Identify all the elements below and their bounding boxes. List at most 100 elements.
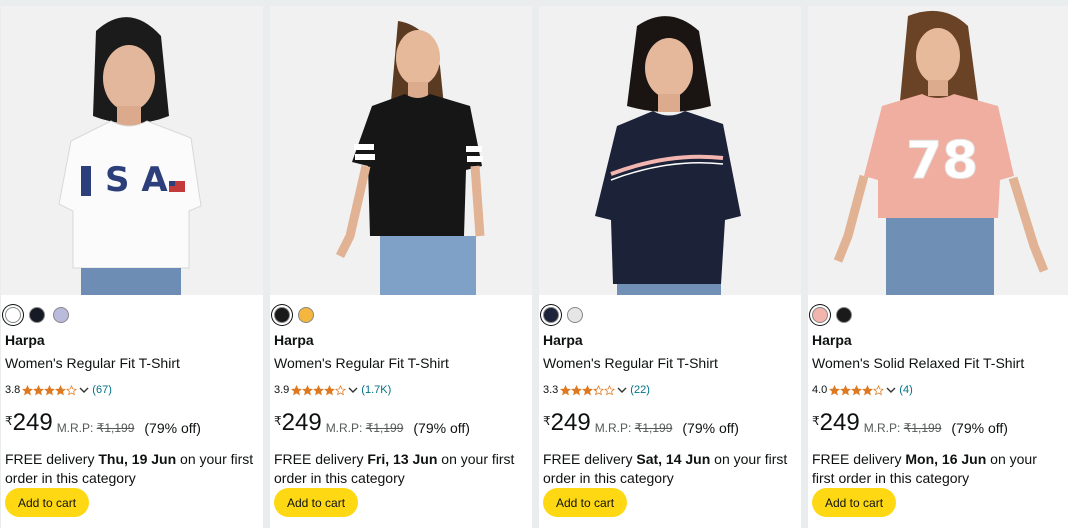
tshirt-peach-78-model-icon: 78	[808, 6, 1068, 295]
product-title[interactable]: Women's Regular Fit T-Shirt	[5, 355, 180, 371]
rating[interactable]: 3.8 (67)	[5, 382, 112, 398]
currency-symbol: ₹	[274, 414, 282, 428]
color-swatch[interactable]	[29, 307, 45, 323]
delivery-info: FREE delivery Fri, 13 Jun on your first …	[274, 450, 524, 488]
color-swatch[interactable]	[567, 307, 583, 323]
mrp: M.R.P: ₹1,199	[57, 421, 135, 435]
star-icon	[829, 384, 841, 395]
brand-name: Harpa	[543, 332, 583, 348]
color-swatch[interactable]	[543, 307, 559, 323]
review-count[interactable]: (22)	[630, 384, 650, 396]
star-icon	[862, 384, 874, 395]
rating-value: 3.3	[543, 384, 559, 396]
rating[interactable]: 4.0 (4)	[812, 382, 913, 398]
chevron-down-icon[interactable]	[617, 385, 627, 395]
product-card: Harpa Women's Regular Fit T-Shirt 3.9 (1…	[270, 6, 532, 528]
brand-name: Harpa	[812, 332, 852, 348]
rating[interactable]: 3.9 (1.7K)	[274, 382, 391, 398]
star-icon	[44, 384, 56, 395]
product-title[interactable]: Women's Solid Relaxed Fit T-Shirt	[812, 355, 1024, 371]
product-image[interactable]: 78	[808, 6, 1068, 295]
delivery-date: Mon, 16 Jun	[905, 451, 987, 467]
star-icon	[302, 384, 314, 395]
tshirt-white-usa-model-icon: S A	[1, 6, 263, 295]
star-icon	[324, 384, 336, 395]
delivery-date: Sat, 14 Jun	[636, 451, 711, 467]
mrp-value: ₹1,199	[903, 421, 942, 435]
mrp: M.R.P: ₹1,199	[326, 421, 404, 435]
product-image[interactable]	[539, 6, 801, 295]
svg-text:S A: S A	[105, 160, 168, 200]
star-icon	[604, 384, 616, 395]
star-icon	[66, 384, 78, 395]
svg-text:78: 78	[906, 131, 978, 191]
price-row: ₹ 249 M.R.P: ₹1,199 (79% off)	[5, 409, 201, 437]
delivery-prefix: FREE delivery	[543, 451, 637, 467]
rating[interactable]: 3.3 (22)	[543, 382, 650, 398]
star-icon	[22, 384, 34, 395]
delivery-date: Thu, 19 Jun	[98, 451, 177, 467]
star-icon	[33, 384, 45, 395]
review-count[interactable]: (1.7K)	[361, 384, 391, 396]
price: 249	[281, 409, 322, 436]
star-icon	[851, 384, 863, 395]
mrp-value: ₹1,199	[96, 421, 135, 435]
review-count[interactable]: (67)	[92, 384, 112, 396]
product-grid: S A Harpa Women's Regular Fit T-Shirt 3.…	[0, 0, 1068, 528]
color-swatches	[543, 304, 591, 326]
delivery-info: FREE delivery Thu, 19 Jun on your first …	[5, 450, 255, 488]
mrp-label: M.R.P:	[863, 421, 901, 435]
discount: (79% off)	[413, 420, 470, 436]
delivery-prefix: FREE delivery	[5, 451, 99, 467]
price-row: ₹ 249 M.R.P: ₹1,199 (79% off)	[274, 409, 470, 437]
delivery-prefix: FREE delivery	[812, 451, 906, 467]
add-to-cart-button[interactable]: Add to cart	[5, 488, 90, 517]
price-row: ₹ 249 M.R.P: ₹1,199 (79% off)	[812, 410, 1008, 437]
price-row: ₹ 249 M.R.P: ₹1,199 (79% off)	[543, 409, 739, 437]
color-swatch[interactable]	[836, 307, 852, 323]
star-icon	[593, 384, 605, 395]
mrp: M.R.P: ₹1,199	[595, 421, 673, 435]
brand-name: Harpa	[274, 332, 314, 348]
product-card: Harpa Women's Regular Fit T-Shirt 3.3 (2…	[539, 6, 801, 528]
star-icon	[335, 384, 347, 395]
mrp-label: M.R.P:	[594, 421, 632, 435]
product-image[interactable]	[270, 6, 532, 295]
mrp-label: M.R.P:	[56, 421, 94, 435]
mrp-value: ₹1,199	[634, 421, 673, 435]
rating-value: 3.8	[5, 384, 21, 396]
star-icon	[55, 384, 67, 395]
discount: (79% off)	[682, 420, 739, 436]
color-swatch[interactable]	[298, 307, 314, 323]
tshirt-black-stripes-model-icon	[270, 6, 532, 295]
chevron-down-icon[interactable]	[348, 385, 358, 395]
discount: (79% off)	[144, 420, 201, 436]
add-to-cart-button[interactable]: Add to cart	[274, 488, 359, 517]
color-swatches	[812, 304, 860, 326]
color-swatch[interactable]	[274, 307, 290, 323]
mrp-value: ₹1,199	[365, 421, 404, 435]
currency-symbol: ₹	[543, 414, 551, 428]
star-icon	[291, 384, 303, 395]
color-swatch[interactable]	[5, 307, 21, 323]
star-rating-icon	[560, 384, 616, 396]
star-icon	[873, 384, 885, 395]
chevron-down-icon[interactable]	[886, 385, 896, 395]
review-count[interactable]: (4)	[899, 384, 912, 396]
chevron-down-icon[interactable]	[79, 385, 89, 395]
rating-value: 3.9	[274, 384, 290, 396]
star-icon	[560, 384, 572, 395]
add-to-cart-button[interactable]: Add to cart	[812, 488, 897, 517]
color-swatch[interactable]	[812, 307, 828, 323]
product-image[interactable]: S A	[1, 6, 263, 295]
price: 249	[12, 409, 53, 436]
price: 249	[550, 409, 591, 436]
star-icon	[840, 384, 852, 395]
product-title[interactable]: Women's Regular Fit T-Shirt	[274, 355, 449, 371]
delivery-info: FREE delivery Sat, 14 Jun on your first …	[543, 450, 793, 488]
color-swatch[interactable]	[53, 307, 69, 323]
product-title[interactable]: Women's Regular Fit T-Shirt	[543, 355, 718, 371]
product-card: 78 Harpa Women's Solid Relaxed Fit T-Shi…	[808, 6, 1068, 528]
delivery-info: FREE delivery Mon, 16 Jun on your first …	[812, 450, 1062, 488]
add-to-cart-button[interactable]: Add to cart	[543, 488, 628, 517]
